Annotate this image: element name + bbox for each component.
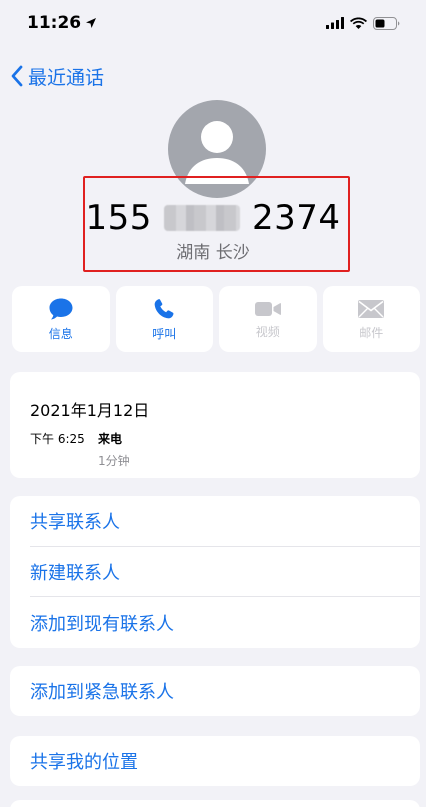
chevron-left-icon (11, 65, 23, 87)
share-contact-button[interactable]: 共享联系人 (30, 496, 420, 546)
mail-icon (358, 299, 385, 318)
video-button-label: 视频 (255, 324, 280, 339)
message-button[interactable]: 信息 (12, 286, 110, 352)
mail-button-label: 邮件 (359, 325, 384, 340)
status-time-text: 11:26 (27, 13, 82, 33)
message-button-label: 信息 (48, 326, 73, 341)
status-time: 11:26 (27, 13, 97, 33)
next-card-partial (10, 800, 420, 807)
add-emergency-contact-label: 添加到紧急联系人 (30, 682, 174, 703)
add-emergency-contact-button[interactable]: 添加到紧急联系人 (10, 666, 420, 716)
mail-button[interactable]: 邮件 (322, 286, 420, 352)
call-date: 2021年1月12日 (30, 401, 150, 420)
action-buttons: 信息 呼叫 视频 邮件 (12, 286, 420, 352)
wifi-icon (350, 17, 367, 29)
share-my-location-label: 共享我的位置 (30, 752, 138, 773)
contact-options-card: 共享联系人 新建联系人 添加到现有联系人 (10, 496, 420, 648)
redacted-digits (163, 205, 240, 231)
status-icons (326, 16, 400, 30)
contact-detail-screen: 11:26 最近通话 155 2374 湖南 长沙 信息 呼叫 视频 邮件 20… (0, 0, 426, 807)
video-icon (254, 301, 281, 316)
message-icon (49, 298, 73, 319)
call-button-label: 呼叫 (152, 326, 177, 341)
back-button-label: 最近通话 (28, 66, 105, 89)
add-to-existing-contact-button[interactable]: 添加到现有联系人 (30, 596, 420, 648)
cellular-signal-icon (326, 17, 344, 29)
call-type: 来电 (98, 432, 123, 446)
video-button[interactable]: 视频 (219, 286, 317, 352)
phone-number[interactable]: 155 2374 (0, 198, 426, 238)
call-duration: 1分钟 (98, 454, 130, 468)
phone-icon (154, 298, 174, 318)
status-bar: 11:26 (0, 0, 426, 46)
location-arrow-icon (86, 18, 97, 28)
battery-icon (373, 16, 400, 30)
call-button[interactable]: 呼叫 (115, 286, 213, 352)
phone-number-suffix: 2374 (251, 198, 341, 238)
phone-location: 湖南 长沙 (176, 243, 250, 263)
share-my-location-button[interactable]: 共享我的位置 (10, 736, 420, 786)
create-new-contact-button[interactable]: 新建联系人 (30, 546, 420, 596)
call-history-card: 2021年1月12日 下午 6:25 来电 1分钟 (10, 372, 420, 478)
call-time: 下午 6:25 (30, 432, 85, 446)
phone-number-prefix: 155 (85, 198, 152, 238)
back-button[interactable]: 最近通话 (10, 60, 104, 92)
